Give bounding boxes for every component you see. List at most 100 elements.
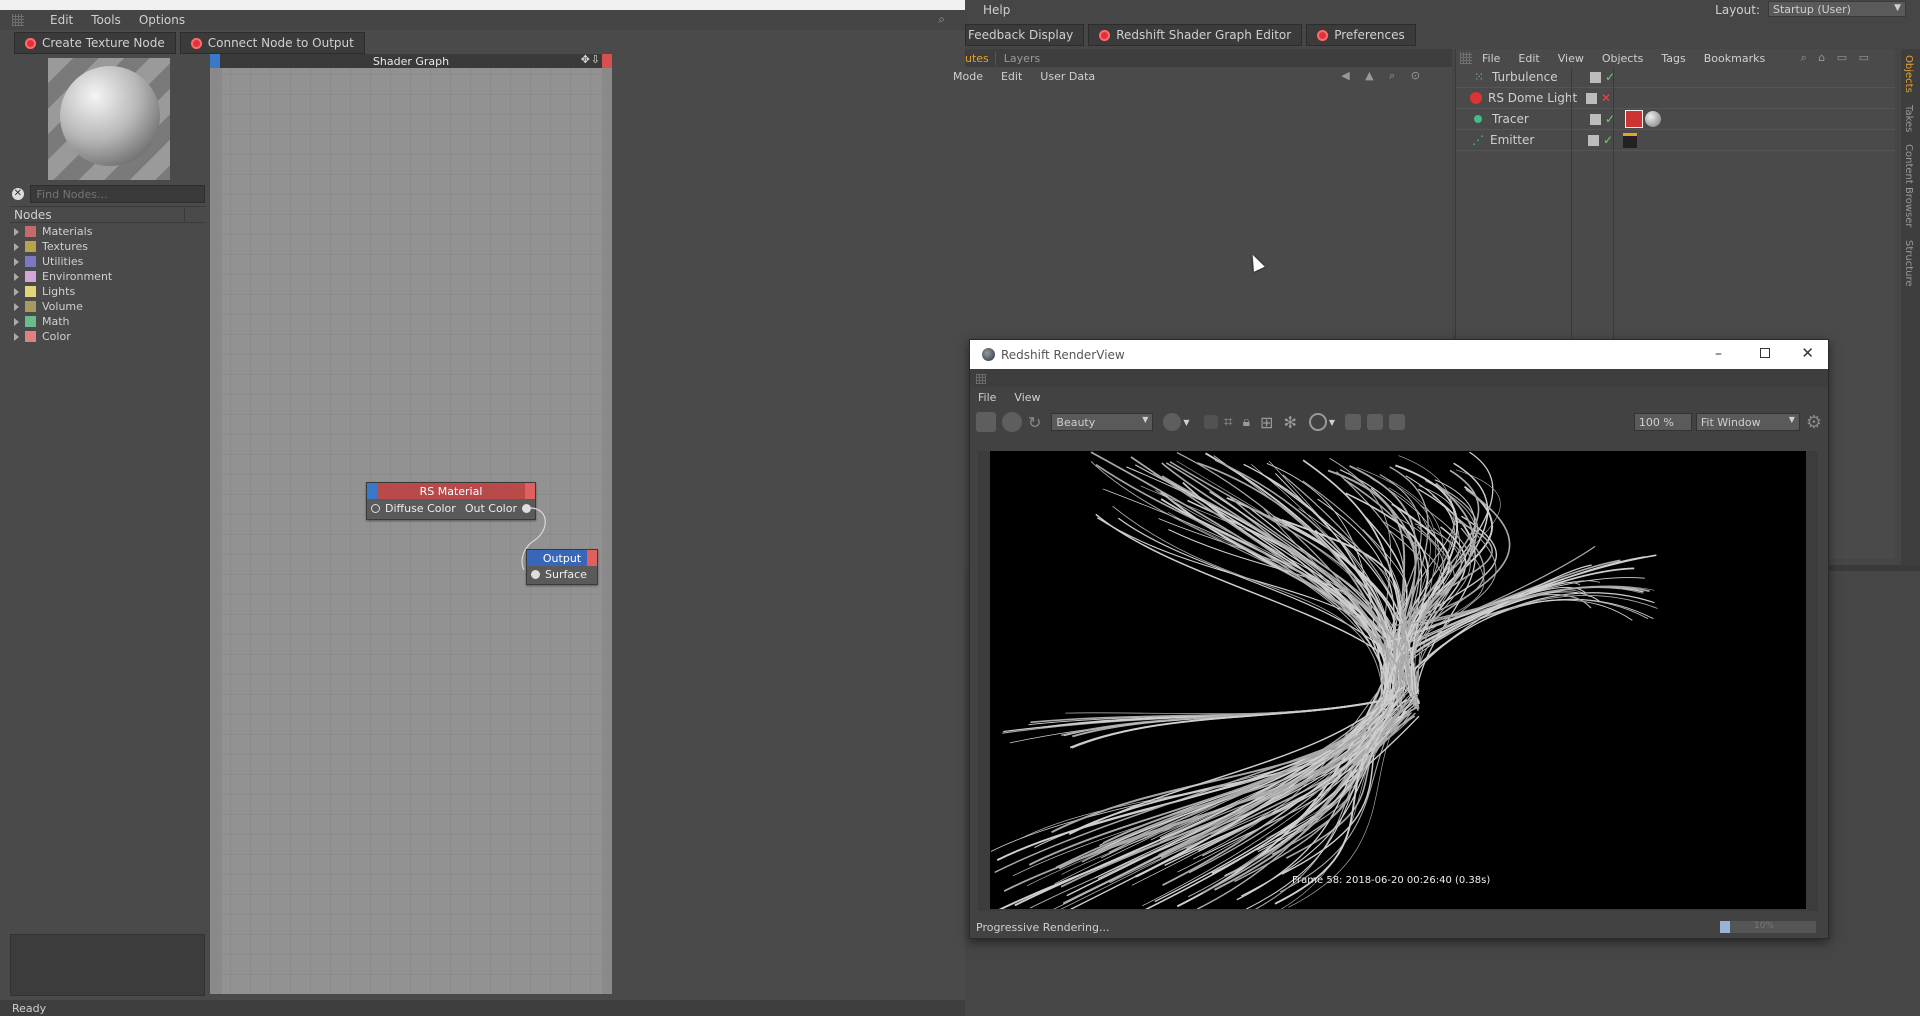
add-snapshot-icon[interactable] <box>1367 414 1383 430</box>
surface-port[interactable] <box>531 569 540 579</box>
snapshot-icon[interactable] <box>1345 414 1361 430</box>
obj-nav-icons[interactable]: ⌕ ⌂ ▭ ▭ <box>1801 51 1873 65</box>
expand-arrow-icon[interactable] <box>14 332 19 341</box>
menu-obj-edit[interactable]: Edit <box>1518 52 1539 65</box>
tab-feedback-display[interactable]: Feedback Display <box>965 24 1085 46</box>
create-texture-node-button[interactable]: Create Texture Node <box>14 32 176 54</box>
expand-arrow-icon[interactable] <box>14 257 19 266</box>
render-area[interactable]: Frame 58: 2018-06-20 00:26:40 (0.38s) <box>978 451 1818 911</box>
layout-dropdown[interactable]: Startup (User) ▼ <box>1768 1 1906 17</box>
rv-menu-file[interactable]: File <box>978 391 996 404</box>
rgb-icon[interactable] <box>1163 413 1182 431</box>
node-input-handle[interactable] <box>367 483 377 499</box>
expand-arrow-icon[interactable] <box>14 302 19 311</box>
surface-label: Surface <box>545 567 587 581</box>
lock-icon[interactable]: 🔒︎ <box>1243 414 1250 430</box>
output-node-handle[interactable] <box>587 550 597 566</box>
visibility-icon[interactable] <box>1588 134 1599 146</box>
side-tab-structure[interactable]: Structure <box>1901 234 1916 293</box>
tab-shader-graph-editor[interactable]: Redshift Shader Graph Editor <box>1088 24 1303 46</box>
node-category-item[interactable]: Materials <box>10 224 205 239</box>
rv-menu-view[interactable]: View <box>1014 391 1040 404</box>
region-icon[interactable] <box>1203 415 1218 429</box>
tab-preferences[interactable]: Preferences <box>1306 24 1416 46</box>
node-category-item[interactable]: Math <box>10 314 205 329</box>
expand-arrow-icon[interactable] <box>14 317 19 326</box>
side-tab-objects[interactable]: Objects <box>1901 49 1916 99</box>
menu-mode[interactable]: Mode <box>953 70 983 83</box>
chevron-down-icon[interactable]: ▼ <box>1183 418 1189 427</box>
expand-arrow-icon[interactable] <box>14 272 19 281</box>
expand-arrow-icon[interactable] <box>14 227 19 236</box>
object-row-rs-dome-light[interactable]: RS Dome Light ✕ <box>1456 88 1895 109</box>
node-output-handle[interactable] <box>525 483 535 499</box>
move-icon[interactable]: ✥ <box>581 53 590 66</box>
object-row-emitter[interactable]: ⋰ Emitter ✓ <box>1456 130 1895 151</box>
object-row-turbulence[interactable]: ⁙ Turbulence ✓ <box>1456 67 1895 88</box>
crop-icon[interactable]: ⌗ <box>1224 412 1233 432</box>
tab-attributes[interactable]: utes <box>965 52 995 65</box>
find-nodes-input[interactable] <box>29 185 205 203</box>
rs-material-node[interactable]: RS Material Diffuse Color Out Color <box>366 482 536 520</box>
menu-obj-objects[interactable]: Objects <box>1602 52 1644 65</box>
connect-node-output-button[interactable]: Connect Node to Output <box>179 32 365 54</box>
node-category-item[interactable]: Utilities <box>10 254 205 269</box>
menu-options[interactable]: Options <box>139 13 185 27</box>
node-category-item[interactable]: Textures <box>10 239 205 254</box>
menu-attr-edit[interactable]: Edit <box>1001 70 1022 83</box>
minimize-button[interactable]: – <box>1715 346 1722 362</box>
clear-search-icon[interactable]: ✕ <box>12 188 24 200</box>
visibility-icon[interactable] <box>1590 113 1601 125</box>
circle-icon[interactable] <box>1308 413 1327 431</box>
side-tab-takes[interactable]: Takes <box>1901 99 1916 138</box>
snowflake-icon[interactable]: ✻ <box>1283 413 1296 432</box>
grip-icon[interactable] <box>1460 52 1472 64</box>
object-row-tracer[interactable]: Tracer ✓ <box>1456 109 1895 130</box>
expand-arrow-icon[interactable] <box>14 242 19 251</box>
search-icon[interactable]: ⌕ <box>938 12 945 27</box>
visibility-icon[interactable] <box>1586 92 1597 104</box>
visibility-icon[interactable] <box>1590 71 1601 83</box>
nav-icons[interactable]: ◀ ▲ ⌕ ⊙ <box>1341 69 1426 83</box>
maximize-button[interactable] <box>1760 348 1770 358</box>
node-category-item[interactable]: Environment <box>10 269 205 284</box>
side-tab-content-browser[interactable]: Content Browser <box>1901 138 1916 233</box>
zoom-field[interactable]: 100 % <box>1633 413 1692 431</box>
menu-obj-tags[interactable]: Tags <box>1661 52 1685 65</box>
shader-graph-canvas[interactable]: Shader Graph ✥ ⇩ RS Material Diffuse Col… <box>210 53 612 994</box>
node-category-item[interactable]: Volume <box>10 299 205 314</box>
menu-tools[interactable]: Tools <box>91 13 121 27</box>
settings-gear-icon[interactable]: ⚙ <box>1806 412 1822 433</box>
aov-dropdown[interactable]: Beauty ▼ <box>1051 413 1154 431</box>
node-category-item[interactable]: Lights <box>10 284 205 299</box>
menu-obj-file[interactable]: File <box>1482 52 1500 65</box>
chevron-down-icon[interactable]: ▼ <box>1329 418 1335 427</box>
close-button[interactable]: ✕ <box>1801 344 1814 362</box>
menu-help[interactable]: Help <box>983 3 1010 17</box>
node-category-item[interactable]: Color <box>10 329 205 344</box>
expand-arrow-icon[interactable] <box>14 287 19 296</box>
rs-material-header[interactable]: RS Material <box>367 483 535 499</box>
diffuse-color-port[interactable] <box>371 503 380 513</box>
menu-obj-view[interactable]: View <box>1558 52 1584 65</box>
redshift-tag-icon[interactable] <box>1625 110 1644 128</box>
material-tag-icon[interactable] <box>1645 111 1662 127</box>
emitter-tag-icon[interactable] <box>1623 132 1638 148</box>
tab-layers[interactable]: Layers <box>994 51 1048 65</box>
refresh-icon[interactable]: ↻ <box>1028 413 1041 432</box>
output-header[interactable]: Output <box>527 550 597 566</box>
fit-dropdown[interactable]: Fit Window ▼ <box>1695 413 1800 431</box>
menu-edit[interactable]: Edit <box>50 13 73 27</box>
clapper-icon[interactable] <box>976 412 996 432</box>
grip-icon[interactable] <box>12 14 24 26</box>
grip-icon[interactable] <box>976 374 986 384</box>
play-icon[interactable] <box>1002 412 1022 432</box>
output-node[interactable]: Output Surface <box>526 549 598 585</box>
save-icon[interactable] <box>1389 414 1405 430</box>
menu-user-data[interactable]: User Data <box>1040 70 1095 83</box>
dock-icon[interactable]: ⇩ <box>591 53 600 66</box>
menu-obj-bookmarks[interactable]: Bookmarks <box>1704 52 1765 65</box>
grid-icon[interactable]: ⊞ <box>1260 413 1273 432</box>
disabled-x-icon[interactable]: ✕ <box>1601 91 1611 105</box>
enabled-check-icon[interactable]: ✓ <box>1603 133 1613 147</box>
